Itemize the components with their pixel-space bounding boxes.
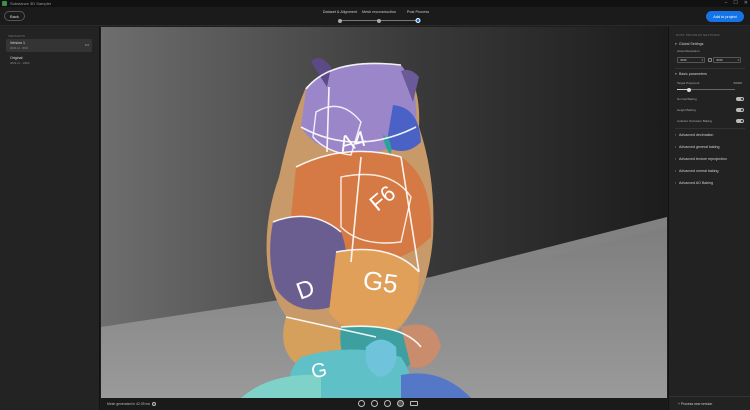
minimize-icon[interactable]: –: [725, 0, 728, 7]
target-polycount-slider[interactable]: [677, 87, 735, 92]
more-options-icon[interactable]: •••: [85, 42, 89, 47]
step-label-mesh[interactable]: Mesh reconstruction: [362, 10, 396, 14]
window-titlebar: Substance 3D Sampler – ☐ ✕: [0, 0, 750, 7]
version-item-1[interactable]: Version 1 2023-11 · 80% •••: [6, 39, 92, 52]
divider: [675, 128, 745, 129]
back-button[interactable]: Back: [4, 11, 25, 21]
chevron-down-icon: ▾: [701, 58, 703, 62]
wireframe-view-icon[interactable]: [358, 400, 365, 407]
app-icon: [2, 1, 7, 6]
3d-viewport[interactable]: A4 F6 G5 D G: [101, 27, 667, 398]
resolution-x-select[interactable]: 4096 ▾: [677, 57, 705, 63]
solid-view-icon[interactable]: [371, 400, 378, 407]
info-icon[interactable]: i: [151, 401, 156, 406]
material-view-icon[interactable]: [384, 400, 391, 407]
step-dot-mesh[interactable]: [377, 18, 381, 23]
window-title: Substance 3D Sampler: [10, 1, 52, 6]
height-baking-toggle[interactable]: [736, 108, 744, 112]
version-name: Version 1: [10, 41, 25, 45]
workflow-stepper: Dataset & Alignment Mesh reconstruction …: [300, 10, 450, 24]
add-to-project-button[interactable]: Add to project: [706, 11, 744, 22]
owl-model-render: A4 F6 G5 D G: [101, 27, 667, 398]
section-basic-parameters[interactable]: ▾ Basic parameters: [675, 72, 707, 76]
version-meta: 2023-11 · 80%: [10, 46, 29, 50]
plus-icon: +: [678, 401, 680, 406]
section-advanced-general-baking[interactable]: › Advanced general baking: [675, 145, 720, 149]
section-advanced-ao-baking[interactable]: › Advanced AO Baking: [675, 181, 713, 185]
window-controls: – ☐ ✕: [725, 0, 748, 7]
divider: [675, 68, 745, 69]
resolution-y-select[interactable]: 4096 ▾: [713, 57, 741, 63]
step-label-dataset[interactable]: Dataset & Alignment: [323, 10, 357, 14]
ao-baking-label: Ambient Occlusion Baking: [677, 119, 713, 123]
step-dot-dataset[interactable]: [338, 18, 342, 23]
height-baking-label: Height Baking: [677, 108, 696, 112]
versions-panel: VERSIONS Version 1 2023-11 · 80% ••• Ori…: [0, 27, 100, 410]
uv-view-icon[interactable]: [397, 400, 404, 407]
asset-resolution-label: Asset Resolution: [677, 49, 700, 53]
version-meta: 2023-11 · 100%: [10, 61, 30, 65]
section-advanced-texture-reprojection[interactable]: › Advanced texture reprojection: [675, 157, 727, 161]
step-dot-post-process[interactable]: [415, 18, 421, 23]
target-polycount-label: Target Polycount: [677, 81, 700, 85]
normal-baking-toggle[interactable]: [736, 97, 744, 101]
maximize-icon[interactable]: ☐: [733, 0, 737, 7]
target-polycount-value: 50000: [733, 81, 742, 85]
uv-label-g5: G5: [361, 265, 400, 300]
mesh-status-text: Mesh generated in 42.09 ms: [107, 401, 150, 406]
process-new-version-button[interactable]: + Process new version: [678, 402, 712, 406]
version-item-original[interactable]: Original 2023-11 · 100%: [6, 54, 92, 67]
header: Back Dataset & Alignment Mesh reconstruc…: [0, 7, 750, 26]
close-icon[interactable]: ✕: [744, 0, 748, 7]
viewport-toolbar: Mesh generated in 42.09 ms i: [101, 398, 667, 410]
panel-title: POST PROCESS SETTINGS: [676, 33, 720, 37]
section-advanced-decimation[interactable]: › Advanced decimation: [675, 133, 713, 137]
normal-baking-label: Normal Baking: [677, 97, 697, 101]
ao-baking-toggle[interactable]: [736, 119, 744, 123]
view-mode-tools: [358, 400, 418, 407]
step-label-post-process[interactable]: Post Process: [407, 10, 429, 14]
post-process-settings-panel: POST PROCESS SETTINGS ▾ Global Settings A…: [668, 27, 750, 410]
chevron-down-icon: ▾: [737, 58, 739, 62]
version-name: Original: [10, 56, 23, 60]
mesh-status: Mesh generated in 42.09 ms i: [107, 402, 156, 406]
section-global-settings[interactable]: ▾ Global Settings: [675, 42, 703, 46]
panel-footer: + Process new version: [669, 396, 750, 410]
versions-section-label: VERSIONS: [8, 34, 26, 38]
section-advanced-normal-baking[interactable]: › Advanced normal baking: [675, 169, 719, 173]
camera-icon[interactable]: [410, 401, 418, 406]
slider-thumb[interactable]: [686, 87, 691, 92]
link-icon[interactable]: [707, 58, 712, 62]
